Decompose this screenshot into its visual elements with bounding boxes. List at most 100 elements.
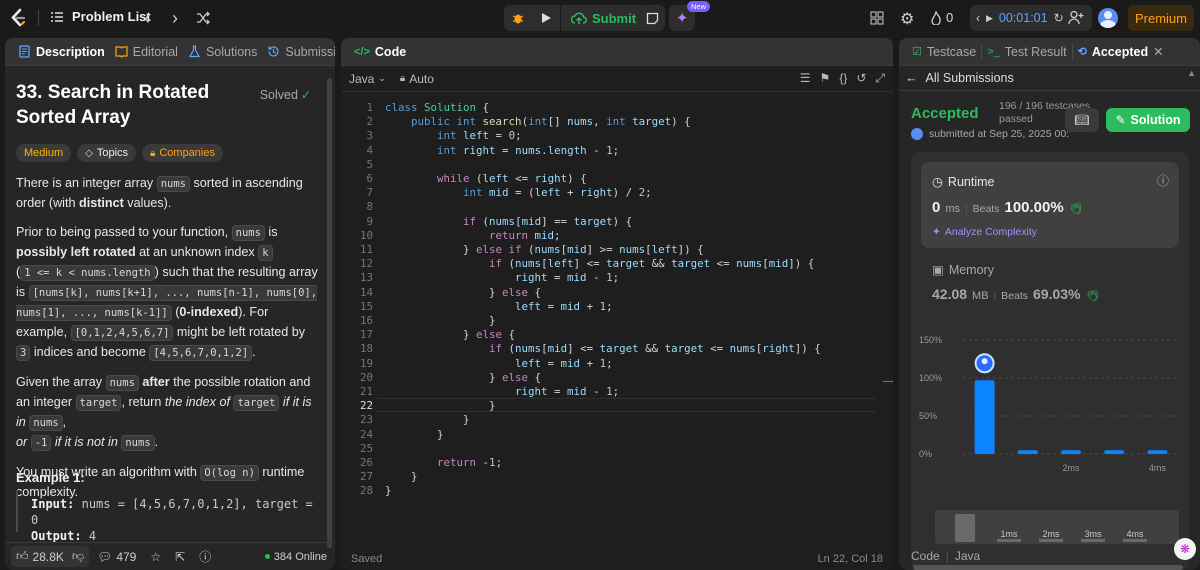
solution-button[interactable]: ✎ Solution [1106, 108, 1190, 132]
tab-testcase[interactable]: ☑ Testcase [907, 45, 981, 59]
notes-button[interactable] [639, 5, 665, 31]
code-line[interactable]: } else { [385, 286, 541, 300]
code-line[interactable]: } else if (nums[mid] >= nums[left]) { [385, 243, 704, 257]
code-line[interactable]: } [385, 413, 470, 427]
expand-icon[interactable]: ⤢ [875, 71, 885, 86]
runtime-label: Runtime [947, 174, 995, 189]
timer-play-icon[interactable]: ▶ [986, 13, 993, 24]
add-user-icon[interactable] [1068, 10, 1084, 25]
tab-code[interactable]: </> Code [349, 45, 411, 59]
bookmark-icon[interactable]: ⚑ [820, 71, 831, 86]
next-problem-icon[interactable]: › [172, 8, 178, 29]
code-line[interactable]: return -1; [385, 456, 502, 470]
tab-submissions[interactable]: Submissions [262, 45, 335, 59]
info-icon[interactable]: ⓘ [1157, 172, 1169, 189]
star-icon[interactable]: ☆ [150, 550, 161, 564]
code-line[interactable]: class Solution { [385, 101, 489, 115]
code-line[interactable]: right = mid - 1; [385, 385, 619, 399]
code-line[interactable]: int mid = (left + right) / 2; [385, 186, 652, 200]
debug-button[interactable] [504, 5, 532, 31]
code-line[interactable]: } [385, 470, 418, 484]
braces-icon[interactable]: {} [839, 71, 847, 86]
tab-solutions[interactable]: Solutions [183, 45, 262, 59]
memory-beats-label: Beats [1001, 290, 1029, 302]
code-token: ] == [541, 214, 574, 228]
submit-button[interactable]: Submit [561, 5, 646, 31]
reset-icon[interactable]: ↺ [856, 71, 866, 86]
code-line[interactable]: left = mid + 1; [385, 300, 613, 314]
code-line[interactable]: int left = 0; [385, 129, 522, 143]
code-line[interactable]: public int search(int[] nums, int target… [385, 115, 691, 129]
gear-icon[interactable]: ⚙ [900, 9, 914, 29]
code-line[interactable]: if (nums[mid] == target) { [385, 215, 632, 229]
example-block: Input: nums = [4,5,6,7,0,1,2], target = … [16, 490, 321, 543]
prev-problem-icon[interactable]: ‹ [144, 8, 150, 29]
close-icon[interactable]: ✕ [1153, 44, 1163, 59]
code-token: left [547, 257, 574, 271]
tab-description[interactable]: Description [13, 45, 110, 59]
timer-reset-icon[interactable]: ↻ [1054, 11, 1064, 25]
difficulty-badge[interactable]: Medium [16, 144, 72, 162]
code-line[interactable]: } [385, 399, 496, 413]
premium-button[interactable]: Premium [1128, 5, 1194, 31]
code-line[interactable]: right = mid - 1; [385, 271, 619, 285]
code-line[interactable]: } [385, 484, 392, 498]
shuffle-icon[interactable] [196, 11, 210, 25]
tab-editorial[interactable]: Editorial [110, 45, 183, 59]
format-icon[interactable]: ☰ [800, 71, 811, 86]
code-line[interactable]: int right = nums.length - 1; [385, 144, 619, 158]
avatar[interactable] [1098, 8, 1118, 28]
code-token: int [437, 143, 464, 157]
code-token: return [489, 228, 535, 242]
leetcode-assistant-button[interactable]: ❋ [1174, 538, 1196, 560]
code-line[interactable]: while (left <= right) { [385, 172, 587, 186]
solution-label: Solution [1130, 113, 1181, 127]
memory-card[interactable]: ▣ Memory 42.08 MB | Beats 69.03% 👏︎ [921, 258, 1179, 318]
help-icon[interactable]: ⓘ [199, 548, 211, 565]
editorial-button[interactable]: 📖︎ [1065, 108, 1099, 132]
thumbs-down-icon[interactable]: 👎︎ [72, 549, 84, 564]
tab-test-result[interactable]: >_ Test Result [982, 45, 1071, 59]
code-line[interactable]: } [385, 428, 444, 442]
layout-icon[interactable] [870, 11, 884, 25]
code-token: mid [489, 186, 509, 200]
code-line[interactable]: } else { [385, 328, 515, 342]
y-tick-label: 150% [919, 335, 942, 345]
code-line[interactable]: } else { [385, 371, 541, 385]
auto-mode[interactable]: 🔒︎ Auto [400, 72, 434, 86]
runtime-card[interactable]: ◷ Runtime ⓘ 0 ms | Beats 100.00% 👏︎ ✦ An… [921, 162, 1179, 248]
code-token: target [606, 257, 646, 271]
code-line[interactable]: return mid; [385, 229, 561, 243]
analyze-complexity-link[interactable]: ✦ Analyze Complexity [932, 226, 1037, 238]
companies-tag[interactable]: 🔒︎ Companies [142, 144, 223, 162]
description-content: 33. Search in Rotated Sorted Array Solve… [16, 80, 321, 502]
submit-label: Submit [592, 10, 637, 26]
all-submissions-link[interactable]: ← All Submissions [905, 71, 1014, 85]
scroll-up-icon[interactable]: ▲ [1187, 68, 1196, 78]
like-count: 28.8K [32, 549, 64, 564]
code-line[interactable]: if (nums[left] <= target && target <= nu… [385, 257, 814, 271]
streak-counter[interactable]: 0 [930, 10, 953, 25]
tab-accepted[interactable]: ⟲ Accepted ✕ [1073, 44, 1169, 60]
language-select[interactable]: Java ⌄ [349, 72, 386, 86]
comments-button[interactable]: 💬︎ 479 [97, 550, 136, 564]
topics-tag[interactable]: ◇ Topics [77, 144, 137, 162]
like-button[interactable]: 👍︎ 28.8K 👎︎ [11, 546, 90, 567]
text: is [264, 225, 278, 239]
result-scrollbar[interactable] [913, 565, 1183, 570]
problem-list-button[interactable]: Problem List [50, 9, 151, 24]
leetcode-logo-icon[interactable] [8, 8, 28, 28]
online-indicator: 384 Online [264, 551, 327, 563]
share-icon[interactable]: ⇱ [175, 550, 185, 564]
code-token: while [437, 172, 477, 185]
run-button[interactable] [532, 5, 560, 31]
description-scrollbar[interactable] [327, 78, 332, 548]
code-line[interactable]: left = mid + 1; [385, 357, 613, 371]
timer-collapse-icon[interactable]: ‹ [976, 11, 980, 25]
code-line[interactable]: if (nums[mid] <= target && target <= num… [385, 342, 821, 356]
submitter-avatar[interactable] [911, 128, 923, 140]
problem-title[interactable]: 33. Search in Rotated Sorted Array [16, 80, 256, 130]
code-line[interactable]: } [385, 314, 496, 328]
code-editor[interactable]: 1 2 3 4 5 6 7 8 9 10 11 12 13 14 15 16 17 18 19 20 21 22 23 24 2… [341, 96, 893, 536]
